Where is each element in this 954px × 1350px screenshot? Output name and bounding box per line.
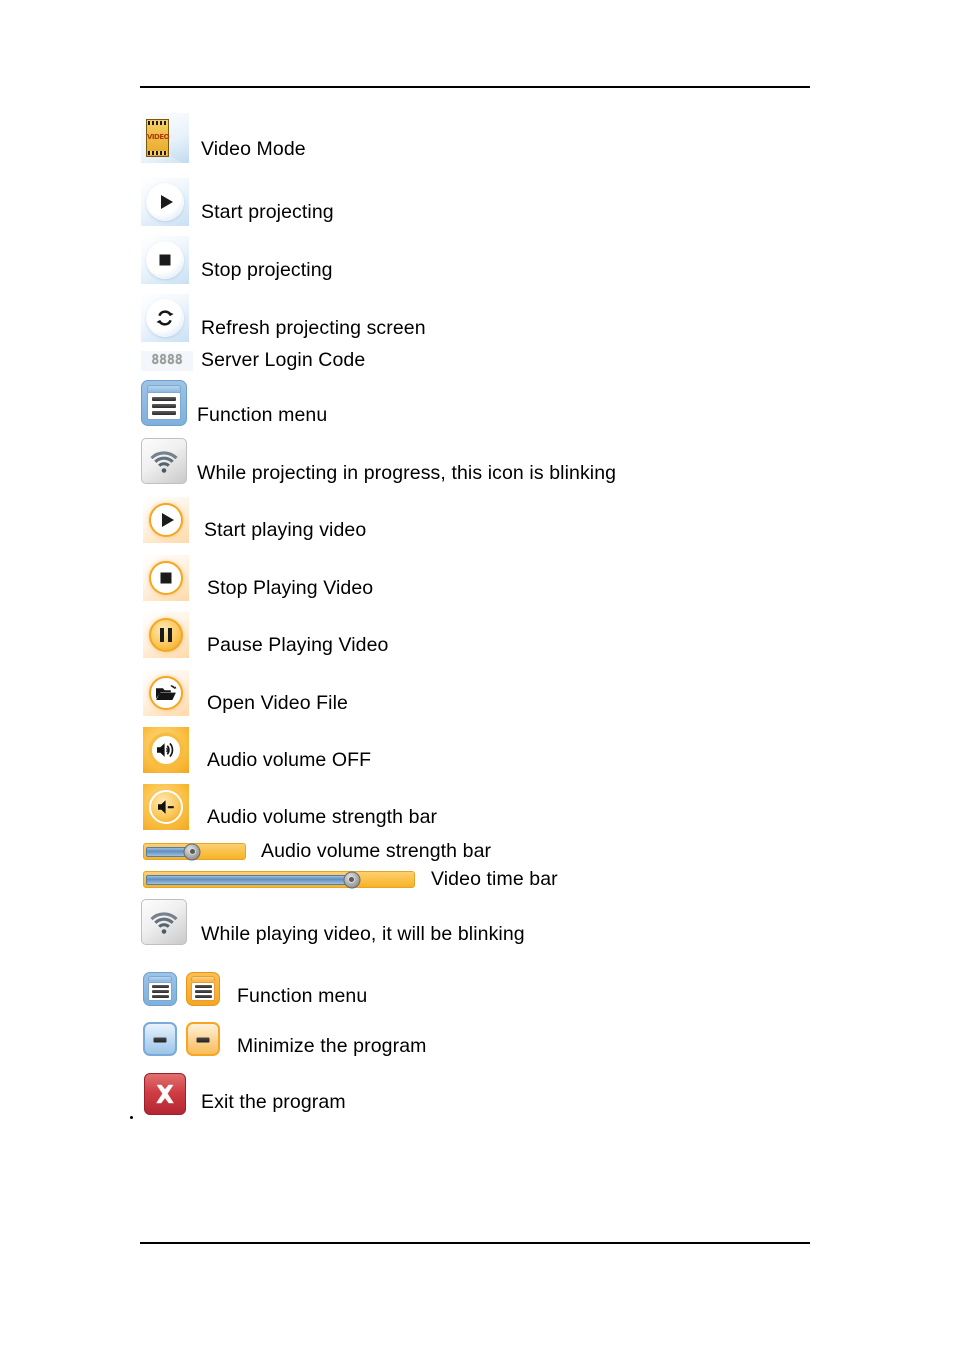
legend-row-refresh-projecting: Refresh projecting screen — [141, 294, 426, 342]
legend-row-pause-playing-video: Pause Playing Video — [143, 612, 389, 658]
legend-row-audio-volume-off: Audio volume OFF — [143, 727, 371, 773]
function-menu-blue-icon[interactable] — [141, 379, 187, 426]
legend-label-open-video-file: Open Video File — [207, 692, 348, 715]
legend-label-audio-volume-slider: Audio volume strength bar — [261, 840, 492, 862]
legend-label-pause-playing-video: Pause Playing Video — [207, 634, 389, 657]
legend-label-refresh-projecting: Refresh projecting screen — [201, 317, 426, 340]
legend-row-projecting-blinking: While projecting in progress, this icon … — [141, 437, 616, 484]
menu-lines-icon — [147, 391, 181, 420]
legend-row-server-login-code: 8888 Server Login Code — [141, 349, 366, 371]
slider-fill — [146, 875, 351, 886]
legend-row-function-menu-pair: Function menu — [143, 970, 367, 1007]
menu-cap-shape — [147, 384, 181, 392]
legend-row-minimize-program: Minimize the program — [143, 1020, 426, 1057]
speaker-minus-orange-circle-icon[interactable] — [143, 784, 189, 830]
play-orange-circle-icon[interactable] — [143, 497, 189, 543]
exit-red-x-icon[interactable] — [144, 1073, 186, 1115]
minimize-orange-icon[interactable] — [186, 1021, 220, 1056]
refresh-arrows-icon — [154, 307, 176, 329]
open-folder-orange-circle-icon[interactable] — [143, 670, 189, 716]
wifi-arcs-icon — [150, 911, 178, 934]
legend-label-minimize-program: Minimize the program — [237, 1035, 427, 1057]
video-mode-icon-text: VIDEO — [147, 133, 170, 141]
play-triangle-icon — [162, 513, 174, 527]
refresh-blue-circle-icon[interactable] — [141, 294, 189, 342]
menu-lines-icon — [191, 981, 215, 1001]
slider-knob[interactable] — [183, 843, 201, 861]
video-time-slider[interactable] — [143, 871, 415, 889]
pause-bars-icon — [160, 628, 172, 642]
legend-row-start-projecting: Start projecting — [141, 178, 334, 226]
stop-orange-circle-icon[interactable] — [143, 555, 189, 601]
speaker-waves-icon — [155, 741, 177, 759]
minimize-dash-shape — [196, 1037, 210, 1043]
video-mode-filmstrip-icon[interactable]: VIDEO — [141, 113, 189, 163]
legend-label-function-menu: Function menu — [197, 404, 328, 426]
legend-label-start-projecting: Start projecting — [201, 201, 334, 224]
minimize-blue-icon[interactable] — [143, 1021, 177, 1056]
minimize-dash-shape — [153, 1037, 167, 1043]
legend-label-video-time-slider: Video time bar — [431, 868, 558, 890]
function-menu-blue-icon[interactable] — [143, 971, 177, 1006]
wifi-signal-gray-icon — [141, 898, 187, 945]
legend-row-audio-volume-slider: Audio volume strength bar — [143, 840, 492, 862]
legend-label-video-mode: Video Mode — [201, 138, 306, 161]
audio-volume-slider[interactable] — [143, 843, 246, 861]
legend-row-start-playing-video: Start playing video — [143, 497, 366, 543]
minimize-icon-pair — [143, 1021, 220, 1056]
legend-label-audio-volume-strength-icon: Audio volume strength bar — [207, 806, 438, 829]
stray-period-mark — [130, 1116, 133, 1119]
open-folder-icon — [155, 684, 177, 702]
legend-row-stop-playing-video: Stop Playing Video — [143, 555, 373, 601]
legend-label-exit-program: Exit the program — [201, 1091, 346, 1114]
legend-label-function-menu-pair: Function menu — [237, 985, 368, 1007]
stop-square-icon — [159, 254, 171, 266]
speaker-minus-icon — [155, 798, 177, 816]
legend-label-stop-projecting: Stop projecting — [201, 259, 333, 282]
menu-cap-shape — [148, 975, 172, 981]
legend-row-function-menu: Function menu — [141, 379, 327, 426]
film-strip-shape: VIDEO — [146, 119, 170, 157]
legend-row-exit-program: Exit the program — [144, 1073, 346, 1115]
pause-orange-circle-icon[interactable] — [143, 612, 189, 658]
stop-blue-circle-icon[interactable] — [141, 236, 189, 284]
legend-row-open-video-file: Open Video File — [143, 670, 348, 716]
legend-row-stop-projecting: Stop projecting — [141, 236, 333, 284]
slider-knob[interactable] — [343, 871, 361, 889]
menu-lines-icon — [148, 981, 172, 1001]
wifi-arcs-icon — [150, 450, 178, 473]
legend-label-stop-playing-video: Stop Playing Video — [207, 577, 374, 600]
legend-label-playing-blinking: While playing video, it will be blinking — [201, 923, 525, 945]
legend-row-video-time-slider: Video time bar — [143, 868, 558, 890]
play-triangle-icon — [161, 195, 173, 209]
function-menu-orange-icon[interactable] — [186, 971, 220, 1006]
menu-cap-shape — [191, 975, 215, 981]
legend-row-playing-blinking: While playing video, it will be blinking — [141, 898, 525, 945]
legend-label-server-login-code: Server Login Code — [201, 349, 366, 371]
footer-rule — [140, 1242, 810, 1244]
server-login-code-value: 8888 — [151, 353, 183, 369]
header-rule — [140, 86, 810, 88]
speaker-on-orange-circle-icon[interactable] — [143, 727, 189, 773]
function-menu-icon-pair — [143, 971, 220, 1006]
legend-label-audio-volume-off: Audio volume OFF — [207, 749, 372, 772]
wifi-signal-gray-icon — [141, 437, 187, 484]
seven-segment-code-icon: 8888 — [141, 350, 193, 371]
legend-label-projecting-blinking: While projecting in progress, this icon … — [197, 462, 617, 484]
stop-square-icon — [160, 572, 172, 584]
legend-label-start-playing-video: Start playing video — [204, 519, 367, 542]
legend-row-audio-volume-strength-icon: Audio volume strength bar — [143, 784, 437, 830]
manual-page: VIDEO Video Mode Start projecting Stop p… — [0, 0, 954, 1350]
x-glyph-icon — [156, 1084, 174, 1104]
legend-row-video-mode: VIDEO Video Mode — [141, 113, 306, 163]
play-blue-circle-icon[interactable] — [141, 178, 189, 226]
